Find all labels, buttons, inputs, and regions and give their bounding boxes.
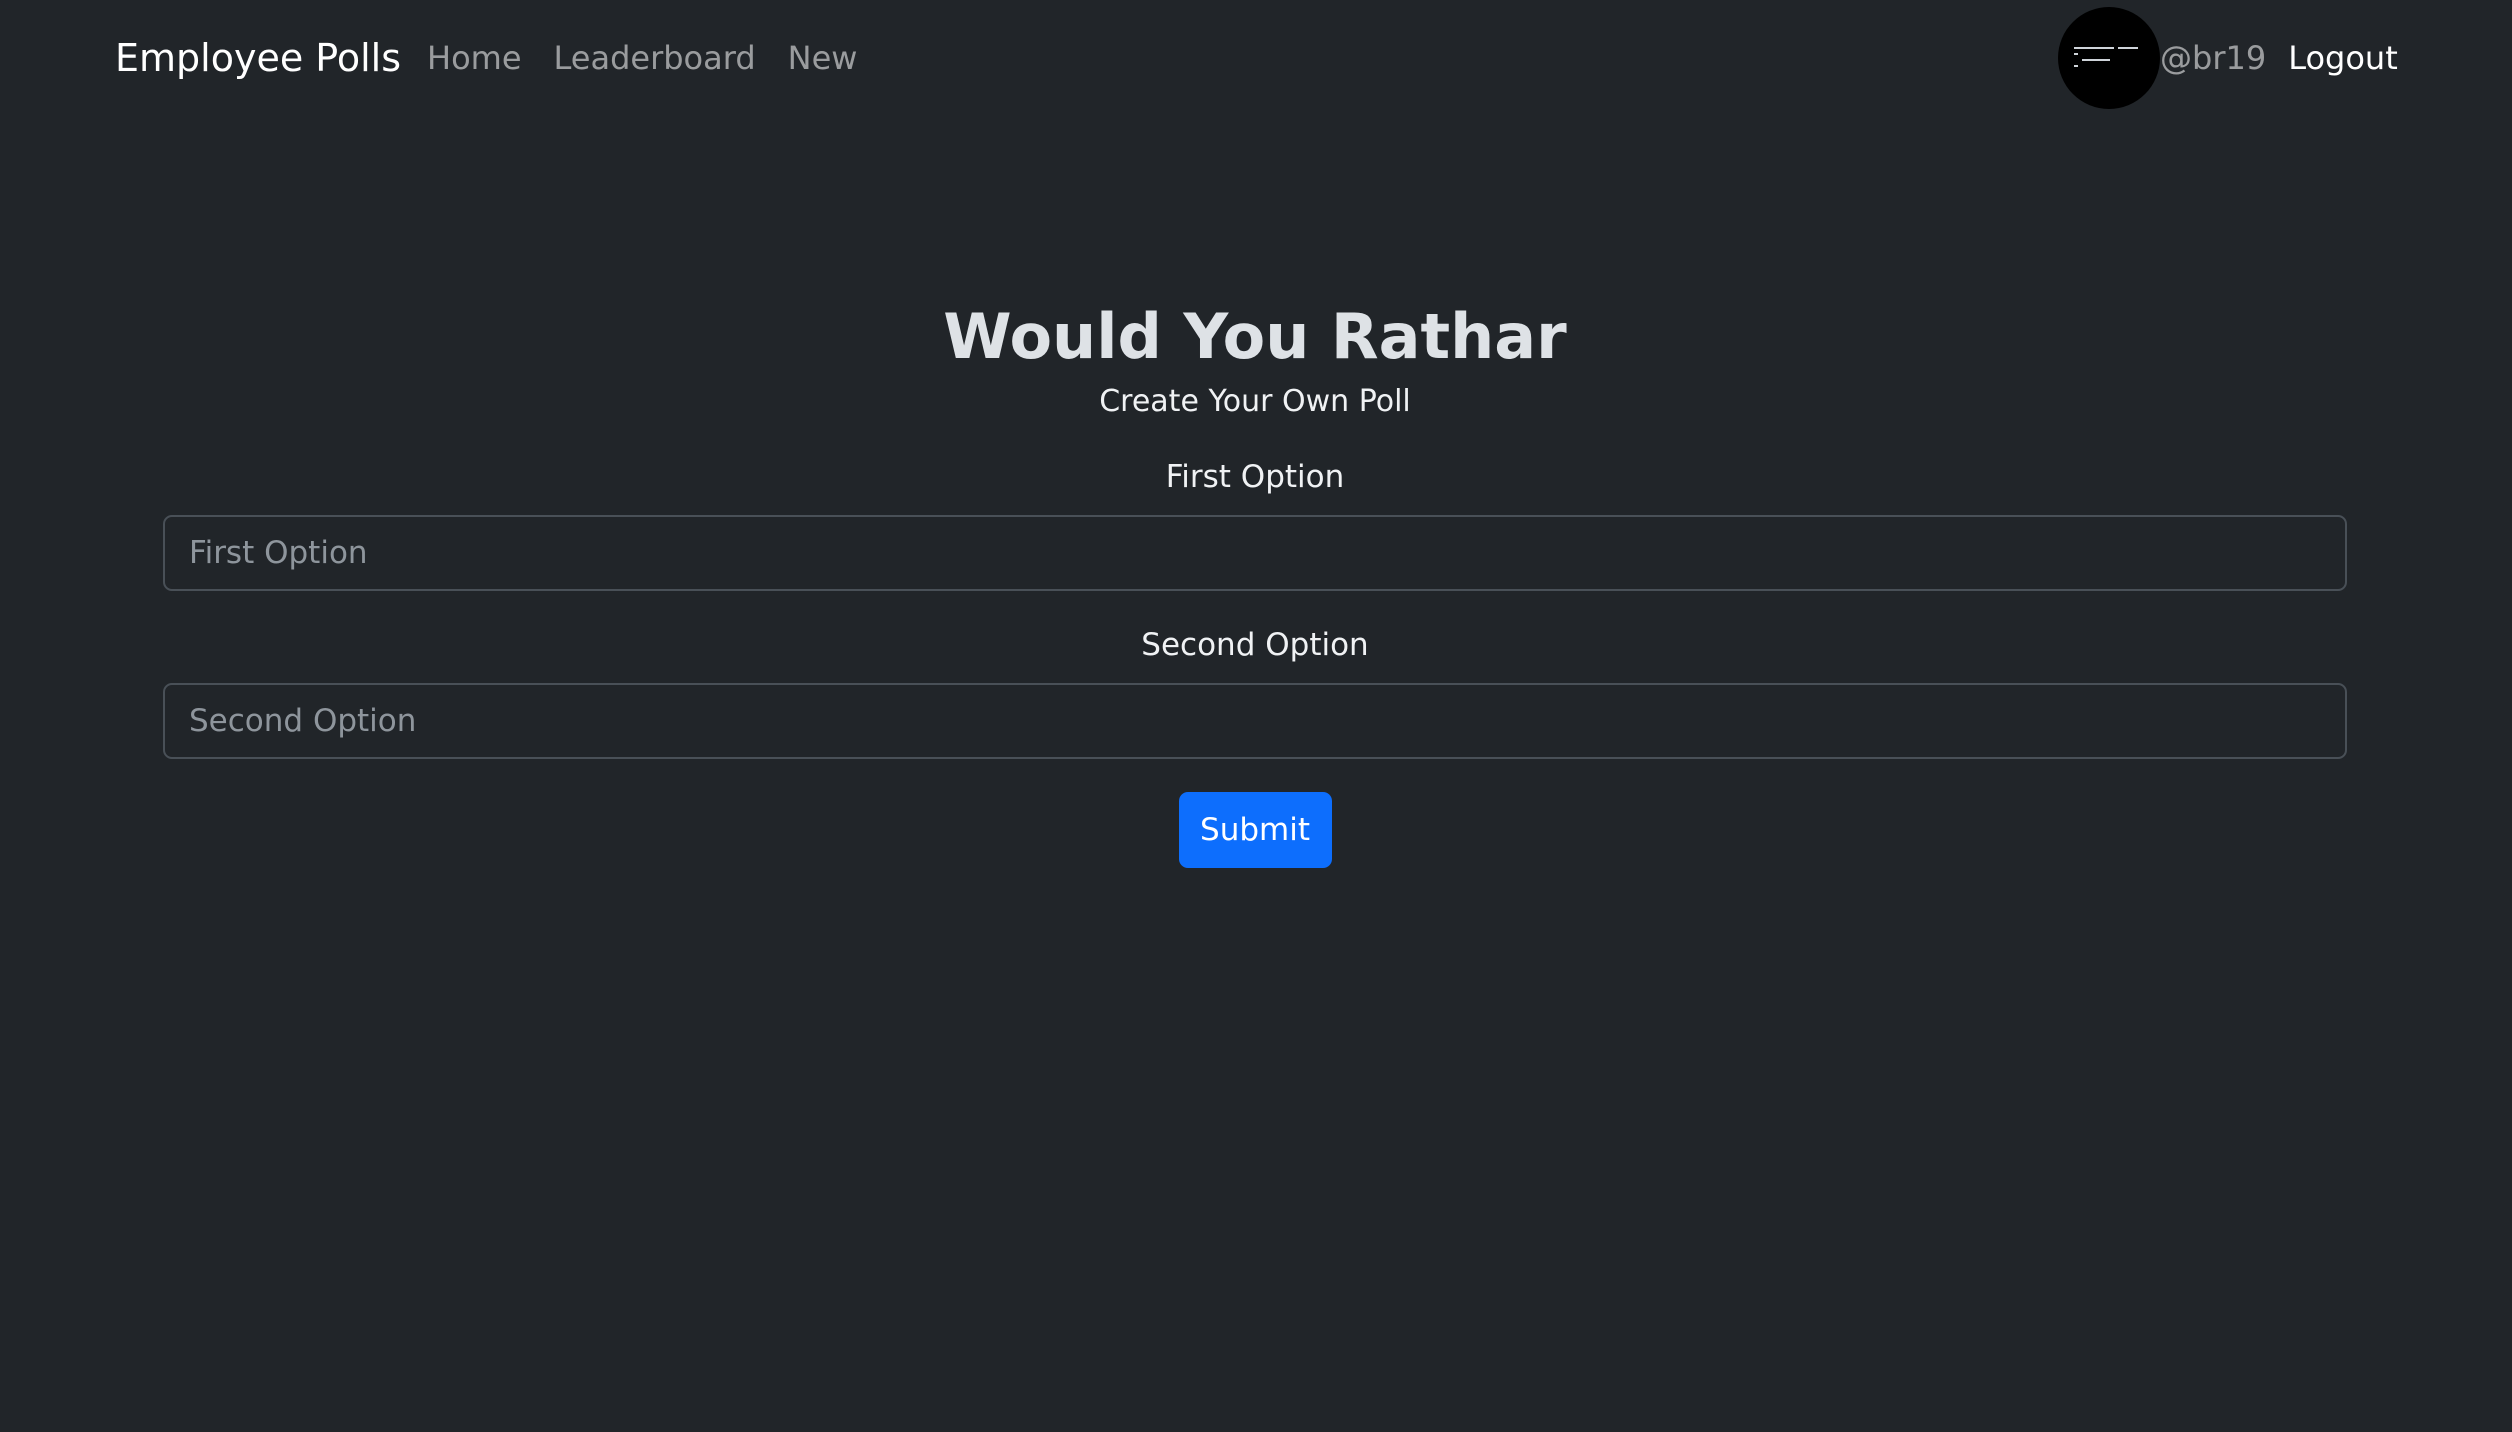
avatar	[2058, 7, 2160, 109]
page-title: Would You Rathar	[943, 300, 1567, 373]
code-avatar-icon	[2074, 47, 2138, 67]
nav-link-home[interactable]: Home	[427, 39, 522, 77]
brand-logo-text[interactable]: Employee Polls	[115, 36, 401, 80]
user-area: @br19 Logout	[2058, 7, 2398, 109]
second-option-label: Second Option	[1141, 627, 1369, 664]
second-option-input[interactable]	[163, 683, 2347, 760]
first-option-label: First Option	[1165, 459, 1345, 496]
first-option-input[interactable]	[163, 515, 2347, 592]
page-subtitle: Create Your Own Poll	[1099, 384, 1411, 420]
navbar: Employee Polls Home Leaderboard New @br1…	[0, 0, 2512, 118]
nav-link-leaderboard[interactable]: Leaderboard	[554, 39, 756, 77]
logout-button[interactable]: Logout	[2288, 39, 2398, 77]
nav-links: Home Leaderboard New	[427, 39, 857, 77]
submit-button[interactable]: Submit	[1178, 792, 1332, 869]
username: @br19	[2160, 39, 2267, 77]
nav-link-new[interactable]: New	[788, 39, 858, 77]
new-poll-form: Would You Rathar Create Your Own Poll Fi…	[163, 300, 2347, 869]
